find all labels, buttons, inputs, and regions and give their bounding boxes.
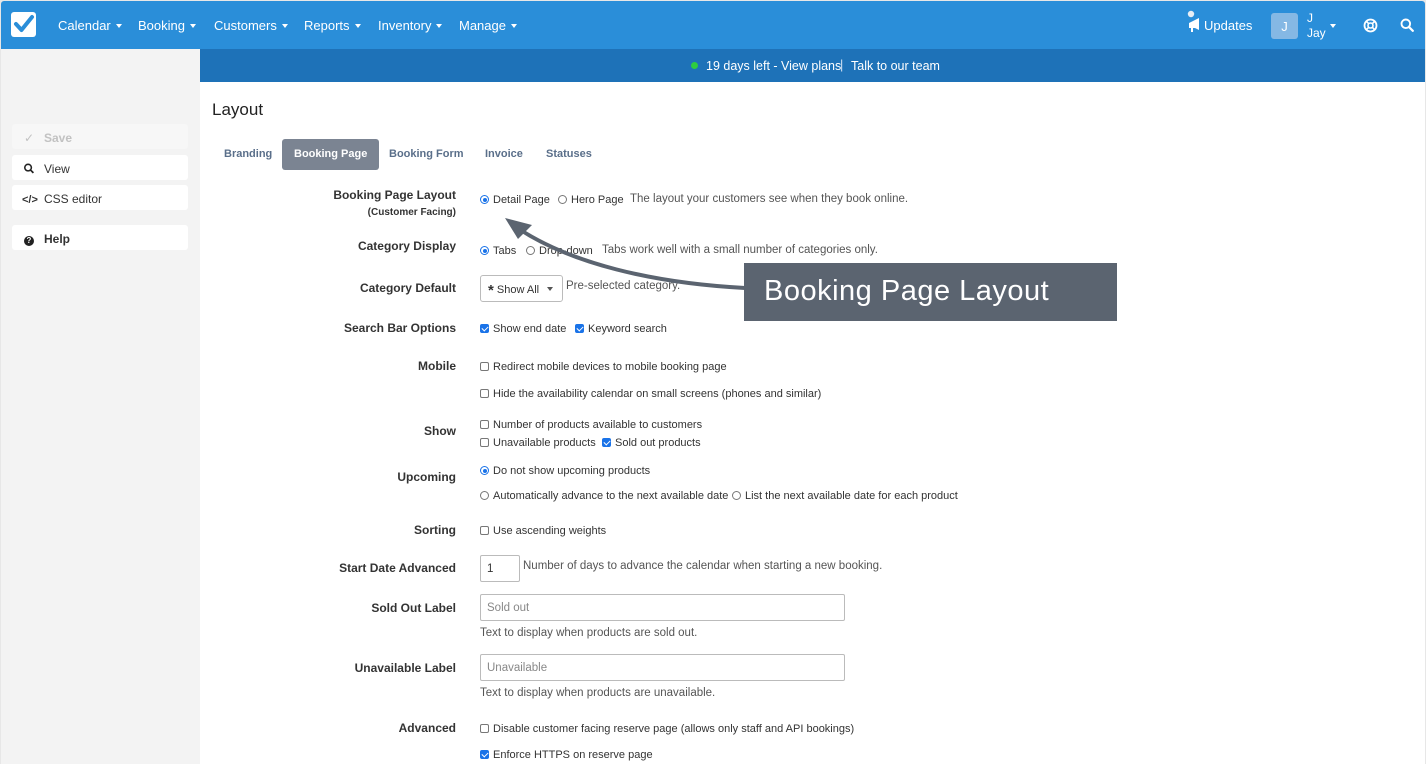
- annotation-callout: Booking Page Layout: [744, 263, 1117, 321]
- annotation-callout-text: Booking Page Layout: [764, 275, 1050, 307]
- annotation-arrow: [505, 218, 747, 290]
- app-window: Calendar Booking Customers Reports Inven…: [1, 1, 1425, 764]
